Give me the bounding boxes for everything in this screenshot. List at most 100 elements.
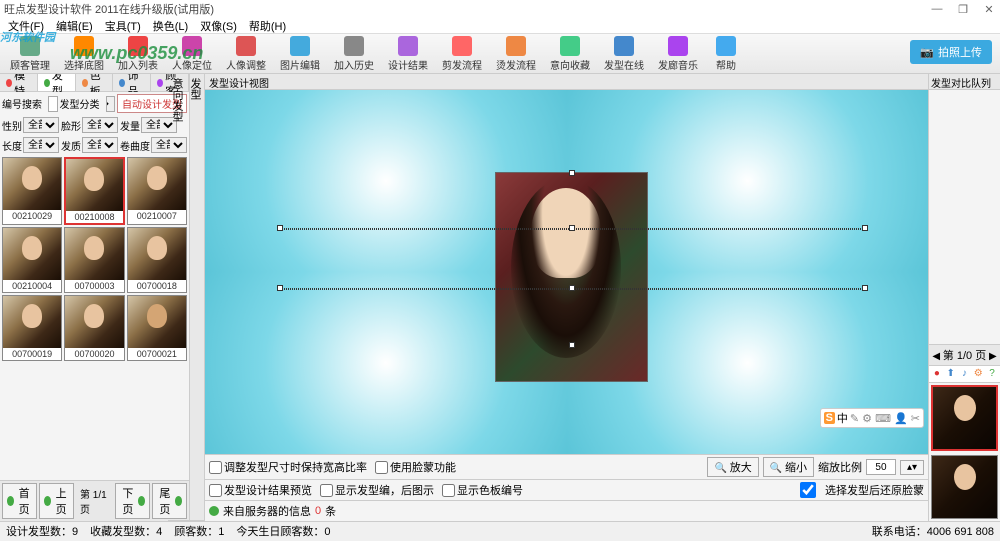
hairstyle-thumb[interactable]: 00700003	[64, 227, 124, 293]
hairstyle-thumb[interactable]: 00700020	[64, 295, 124, 361]
filter-gender[interactable]: 全部	[23, 117, 59, 133]
tb-baseimg[interactable]: 选择底图	[58, 34, 110, 74]
handle-tm[interactable]	[569, 225, 575, 231]
tb-addlist[interactable]: 加入列表	[112, 34, 164, 74]
window-controls: — ❐ ✕	[930, 3, 996, 16]
canvas-title: 发型设计视图	[205, 74, 928, 90]
zoom-stepper[interactable]: ▴▾	[900, 460, 924, 475]
menu-edit[interactable]: 编辑(E)	[52, 18, 97, 34]
camera-icon: 📷	[920, 46, 934, 59]
filter-length[interactable]: 全部	[23, 137, 59, 153]
vertical-tabs: 发型 意向发型	[190, 74, 205, 521]
tool-5[interactable]: ?	[986, 368, 998, 380]
zoom-out-button[interactable]: 🔍 缩小	[763, 457, 814, 477]
msg-icon	[209, 506, 219, 516]
filter-face[interactable]: 全部	[82, 117, 118, 133]
handle-bm[interactable]	[569, 285, 575, 291]
tool-1[interactable]: ●	[931, 368, 943, 380]
handle-tr[interactable]	[862, 225, 868, 231]
upload-button[interactable]: 📷 拍照上传	[910, 40, 992, 64]
tb-imgedit[interactable]: 图片编辑	[274, 34, 326, 74]
zoom-label: 缩放比例	[818, 459, 862, 475]
menu-help[interactable]: 帮助(H)	[245, 18, 290, 34]
tb-customer[interactable]: 顾客管理	[4, 34, 56, 74]
menu-color[interactable]: 换色(L)	[149, 18, 192, 34]
left-pager: 首页 上页 第 1/1 页 下页 尾页	[0, 480, 189, 521]
model-photo[interactable]	[495, 172, 648, 382]
check-ratio[interactable]: 调整发型尺寸时保持宽高比率	[209, 459, 367, 475]
status-birthday: 今天生日顾客数：0	[236, 523, 330, 539]
canvas-area: 发型设计视图 调整发型尺寸时保持宽高比率 使用脸蒙功能 🔍 放大 🔍 缩小 缩放…	[205, 74, 928, 521]
minimize-icon[interactable]: —	[930, 3, 944, 15]
right-panel: 发型对比队列 ◀ 第 1/0 页 ▶ ● ⬆ ♪ ⚙ ?	[928, 74, 1000, 521]
tab-model[interactable]: 模特	[0, 74, 38, 91]
hairstyle-thumb[interactable]: 00210029	[2, 157, 62, 225]
handle-tl[interactable]	[277, 225, 283, 231]
menu-dual[interactable]: 双像(S)	[196, 18, 241, 34]
category-label: 发型分类	[60, 96, 104, 111]
tb-perm[interactable]: 烫发流程	[490, 34, 542, 74]
close-icon[interactable]: ✕	[982, 3, 996, 16]
hairstyle-thumb[interactable]: 00700021	[127, 295, 187, 361]
hairstyle-thumb[interactable]: 00700019	[2, 295, 62, 361]
hairstyle-thumb[interactable]: 00210007	[127, 157, 187, 225]
right-tools: ● ⬆ ♪ ⚙ ?	[929, 366, 1000, 383]
tb-history[interactable]: 加入历史	[328, 34, 380, 74]
zoom-in-button[interactable]: 🔍 放大	[707, 457, 758, 477]
compare-thumb-1[interactable]	[931, 385, 998, 451]
filter-row-2: 长度全部 发质全部 卷曲度全部	[0, 135, 189, 155]
search-input[interactable]	[48, 96, 58, 112]
design-canvas[interactable]	[205, 90, 928, 454]
vtab-hairstyle[interactable]: 发型	[186, 74, 204, 521]
tab-accessory[interactable]: 饰品	[113, 74, 151, 91]
maximize-icon[interactable]: ❐	[956, 3, 970, 16]
hairstyle-thumb[interactable]: 00700018	[127, 227, 187, 293]
tool-3[interactable]: ♪	[959, 368, 971, 380]
tb-result[interactable]: 设计结果	[382, 34, 434, 74]
check-show-color[interactable]: 显示色板编号	[442, 482, 523, 498]
ime-indicator[interactable]: S中✎ ⚙ ⌨ 👤 ✂	[820, 408, 924, 428]
tb-adjust[interactable]: 人像调整	[220, 34, 272, 74]
handle-br[interactable]	[862, 285, 868, 291]
filter-quality[interactable]: 全部	[82, 137, 118, 153]
check-preview[interactable]: 发型设计结果预览	[209, 482, 312, 498]
tb-music[interactable]: 发廊音乐	[652, 34, 704, 74]
compare-thumb-2[interactable]	[931, 455, 998, 519]
hairstyle-thumb[interactable]: 00210008	[64, 157, 124, 225]
titlebar: 旺点发型设计软件 2011在线升级版(试用版) — ❐ ✕	[0, 0, 1000, 18]
pager-text: 第 1/1 页	[80, 486, 109, 516]
status-store: 收藏发型数：4	[90, 523, 162, 539]
handle-b[interactable]	[569, 342, 575, 348]
hairstyle-thumb[interactable]: 00210004	[2, 227, 62, 293]
message-bar: 来自服务器的信息 0 条	[205, 500, 928, 521]
check-mask[interactable]: 使用脸蒙功能	[375, 459, 456, 475]
check-show-style[interactable]: 显示发型编，后图示	[320, 482, 434, 498]
statusbar: 设计发型数：9 收藏发型数：4 顾客数：1 今天生日顾客数：0 联系电话：400…	[0, 521, 1000, 539]
msg-count: 0	[315, 505, 321, 517]
tb-online[interactable]: 发型在线	[598, 34, 650, 74]
handle-bl[interactable]	[277, 285, 283, 291]
check-restore[interactable]: 选择发型后还原脸蒙	[793, 482, 924, 498]
category-select[interactable]: 全部	[106, 96, 116, 112]
pager-prev[interactable]: 上页	[39, 483, 74, 519]
zoom-value[interactable]	[866, 459, 896, 475]
menu-tools[interactable]: 宝具(T)	[101, 18, 145, 34]
search-row: 编号搜索 发型分类 全部 自动设计发型	[0, 92, 189, 115]
handle-t[interactable]	[569, 170, 575, 176]
tb-locate[interactable]: 人像定位	[166, 34, 218, 74]
tab-palette[interactable]: 色板	[76, 74, 114, 91]
tool-4[interactable]: ⚙	[972, 368, 984, 380]
tb-help[interactable]: 帮助	[706, 34, 746, 74]
msg-unit: 条	[325, 503, 336, 519]
pager-first[interactable]: 首页	[2, 483, 37, 519]
tool-2[interactable]: ⬆	[945, 368, 957, 380]
tab-hairstyle[interactable]: 发型	[38, 74, 76, 91]
zoom-controls: 🔍 放大 🔍 缩小 缩放比例 ▴▾	[707, 457, 924, 477]
left-panel: 模特 发型 色板 饰品 顾客 编号搜索 发型分类 全部 自动设计发型 性别全部 …	[0, 74, 190, 521]
tb-fav[interactable]: 意向收藏	[544, 34, 596, 74]
right-title: 发型对比队列	[929, 74, 1000, 90]
pager-next[interactable]: 下页	[115, 483, 150, 519]
tb-cut[interactable]: 剪发流程	[436, 34, 488, 74]
filter-row-1: 性别全部 脸形全部 发量全部	[0, 115, 189, 135]
menu-file[interactable]: 文件(F)	[4, 18, 48, 34]
